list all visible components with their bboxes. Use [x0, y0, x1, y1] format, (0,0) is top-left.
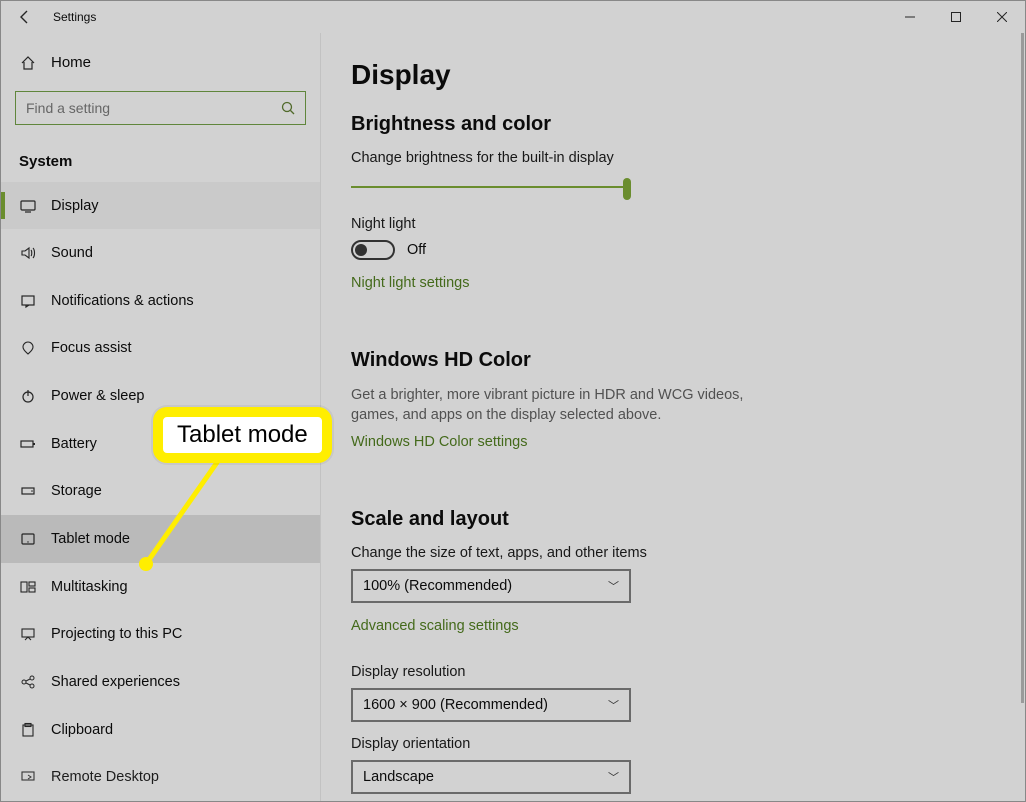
- slider-thumb[interactable]: [623, 178, 631, 200]
- night-light-settings-link[interactable]: Night light settings: [351, 275, 469, 291]
- back-button[interactable]: [1, 1, 49, 33]
- content-pane: Display Brightness and color Change brig…: [321, 33, 1025, 801]
- chevron-down-icon: ﹀: [608, 697, 619, 713]
- notifications-icon: [19, 292, 37, 310]
- brightness-slider[interactable]: [351, 174, 631, 202]
- search-icon: [281, 101, 295, 115]
- chevron-down-icon: ﹀: [608, 769, 619, 785]
- sidebar-item-label: Power & sleep: [51, 388, 145, 404]
- sidebar-item-shared-experiences[interactable]: Shared experiences: [1, 658, 320, 706]
- sidebar-item-power-sleep[interactable]: Power & sleep: [1, 372, 320, 420]
- sidebar-item-notifications[interactable]: Notifications & actions: [1, 277, 320, 325]
- scale-size-label: Change the size of text, apps, and other…: [351, 545, 985, 561]
- titlebar: Settings: [1, 1, 1025, 33]
- settings-window: Settings Home System: [0, 0, 1026, 802]
- storage-icon: [19, 482, 37, 500]
- sidebar-item-label: Shared experiences: [51, 674, 180, 690]
- slider-track: [351, 186, 631, 188]
- sidebar-item-display[interactable]: Display: [1, 182, 320, 230]
- sidebar-item-label: Projecting to this PC: [51, 626, 182, 642]
- search-input[interactable]: [26, 100, 266, 116]
- search-box[interactable]: [15, 91, 306, 125]
- resolution-dropdown[interactable]: 1600 × 900 (Recommended) ﹀: [351, 688, 631, 722]
- sidebar-item-label: Clipboard: [51, 722, 113, 738]
- window-controls: [887, 1, 1025, 33]
- sidebar-home[interactable]: Home: [1, 43, 320, 83]
- clipboard-icon: [19, 721, 37, 739]
- scale-size-dropdown[interactable]: 100% (Recommended) ﹀: [351, 569, 631, 603]
- sidebar-home-label: Home: [51, 54, 91, 71]
- window-body: Home System Display Sound: [1, 33, 1025, 801]
- sidebar-item-clipboard[interactable]: Clipboard: [1, 706, 320, 754]
- sidebar-nav: Display Sound Notifications & actions Fo…: [1, 182, 320, 801]
- remote-desktop-icon: [19, 768, 37, 786]
- advanced-scaling-link[interactable]: Advanced scaling settings: [351, 618, 519, 634]
- sidebar-item-storage[interactable]: Storage: [1, 468, 320, 516]
- minimize-button[interactable]: [887, 1, 933, 33]
- resolution-label: Display resolution: [351, 664, 985, 680]
- orientation-label: Display orientation: [351, 736, 985, 752]
- sidebar-item-sound[interactable]: Sound: [1, 229, 320, 277]
- sidebar-item-battery[interactable]: Battery: [1, 420, 320, 468]
- orientation-dropdown[interactable]: Landscape ﹀: [351, 760, 631, 794]
- sidebar-item-label: Display: [51, 198, 99, 214]
- power-icon: [19, 387, 37, 405]
- sidebar-item-projecting[interactable]: Projecting to this PC: [1, 610, 320, 658]
- sidebar-item-multitasking[interactable]: Multitasking: [1, 563, 320, 611]
- toggle-knob: [355, 244, 367, 256]
- brightness-label: Change brightness for the built-in displ…: [351, 150, 985, 166]
- page-title: Display: [351, 59, 985, 91]
- multitasking-icon: [19, 578, 37, 596]
- dropdown-value: 100% (Recommended): [363, 578, 512, 594]
- projecting-icon: [19, 625, 37, 643]
- sidebar-item-label: Remote Desktop: [51, 769, 159, 785]
- sidebar-item-label: Focus assist: [51, 340, 132, 356]
- sidebar-item-label: Battery: [51, 436, 97, 452]
- home-icon: [19, 55, 37, 71]
- sidebar-item-label: Multitasking: [51, 579, 128, 595]
- night-light-value: Off: [407, 242, 426, 258]
- display-icon: [19, 197, 37, 215]
- sidebar-category: System: [1, 135, 320, 182]
- scrollbar[interactable]: [1021, 33, 1024, 703]
- section-brightness: Brightness and color: [351, 113, 985, 136]
- shared-icon: [19, 673, 37, 691]
- sidebar-item-remote-desktop[interactable]: Remote Desktop: [1, 753, 320, 801]
- close-button[interactable]: [979, 1, 1025, 33]
- sound-icon: [19, 244, 37, 262]
- window-title: Settings: [53, 10, 96, 24]
- section-scale: Scale and layout: [351, 508, 985, 531]
- sidebar: Home System Display Sound: [1, 33, 321, 801]
- section-hd-color: Windows HD Color: [351, 349, 985, 372]
- tablet-icon: [19, 530, 37, 548]
- sidebar-item-tablet-mode[interactable]: Tablet mode: [1, 515, 320, 563]
- sidebar-item-label: Sound: [51, 245, 93, 261]
- battery-icon: [19, 435, 37, 453]
- focus-assist-icon: [19, 339, 37, 357]
- night-light-label: Night light: [351, 216, 985, 232]
- sidebar-item-label: Notifications & actions: [51, 293, 194, 309]
- sidebar-item-focus-assist[interactable]: Focus assist: [1, 325, 320, 373]
- night-light-toggle[interactable]: [351, 240, 395, 260]
- sidebar-item-label: Storage: [51, 483, 102, 499]
- search-wrap: [1, 83, 320, 135]
- maximize-button[interactable]: [933, 1, 979, 33]
- hd-settings-link[interactable]: Windows HD Color settings: [351, 434, 527, 450]
- sidebar-item-label: Tablet mode: [51, 531, 130, 547]
- chevron-down-icon: ﹀: [608, 578, 619, 594]
- dropdown-value: Landscape: [363, 769, 434, 785]
- dropdown-value: 1600 × 900 (Recommended): [363, 697, 548, 713]
- hd-desc: Get a brighter, more vibrant picture in …: [351, 386, 781, 425]
